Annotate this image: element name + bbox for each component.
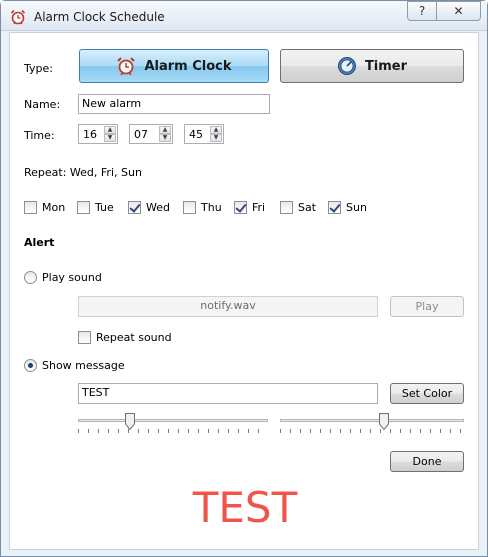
sun-label: Sun	[346, 200, 367, 214]
repeat-day-tue[interactable]: Tue	[77, 200, 114, 214]
seconds-spinbox[interactable]: 45 ▲ ▼	[184, 124, 224, 144]
hours-spinbox[interactable]: 16 ▲ ▼	[78, 124, 118, 144]
seconds-up-arrow-icon[interactable]: ▲	[210, 126, 222, 134]
minutes-up-arrow-icon[interactable]: ▲	[159, 126, 171, 134]
window-title: Alarm Clock Schedule	[34, 10, 165, 24]
slider-2-thumb-icon[interactable]	[379, 413, 389, 430]
repeat-day-wed[interactable]: Wed	[128, 200, 170, 214]
hours-down-arrow-icon[interactable]: ▼	[104, 134, 116, 142]
mon-checkbox[interactable]	[24, 200, 37, 214]
dialog-content: Type: Alarm Clock Timer Name: New alarm …	[9, 32, 479, 550]
sat-checkbox[interactable]	[280, 200, 293, 214]
show-message-radio-circle[interactable]	[24, 358, 37, 372]
minutes-value: 07	[134, 128, 148, 141]
thu-checkbox[interactable]	[183, 200, 196, 214]
repeat-day-sat[interactable]: Sat	[280, 200, 316, 214]
slider-2-ticks	[280, 429, 464, 433]
alarm-clock-type-button[interactable]: Alarm Clock	[79, 49, 269, 83]
play-button[interactable]: Play	[390, 296, 464, 317]
timer-type-label: Timer	[364, 58, 408, 74]
help-button[interactable]: ?	[407, 1, 437, 21]
repeat-sound-checkbox[interactable]: Repeat sound	[78, 330, 172, 344]
thu-label: Thu	[201, 200, 222, 214]
repeat-day-fri[interactable]: Fri	[234, 200, 265, 214]
repeat-sound-box[interactable]	[78, 330, 91, 344]
alarm-clock-schedule-window: Alarm Clock Schedule ? ✕ Type: Alarm Clo…	[0, 0, 488, 557]
fri-label: Fri	[252, 200, 266, 214]
slider-2-track	[280, 419, 464, 422]
alert-heading: Alert	[24, 236, 55, 249]
fri-checkbox[interactable]	[234, 200, 247, 214]
message-input[interactable]: TEST	[78, 383, 378, 404]
play-sound-radio-circle[interactable]	[24, 270, 37, 284]
timer-type-button[interactable]: Timer	[280, 49, 464, 83]
tue-label: Tue	[95, 200, 114, 214]
hours-up-arrow-icon[interactable]: ▲	[104, 126, 116, 134]
repeat-sound-label: Repeat sound	[96, 330, 172, 344]
play-sound-label: Play sound	[42, 270, 102, 284]
seconds-down-arrow-icon[interactable]: ▼	[210, 134, 222, 142]
minutes-spinbox[interactable]: 07 ▲ ▼	[129, 124, 173, 144]
wed-label: Wed	[146, 200, 170, 214]
type-label: Type:	[24, 62, 53, 75]
tue-checkbox[interactable]	[77, 200, 90, 214]
minutes-down-arrow-icon[interactable]: ▼	[159, 134, 171, 142]
wed-checkbox[interactable]	[128, 200, 141, 214]
seconds-value: 45	[189, 128, 203, 141]
message-slider-2[interactable]	[280, 413, 464, 437]
repeat-day-mon[interactable]: Mon	[24, 200, 65, 214]
done-button[interactable]: Done	[390, 451, 464, 472]
alarm-clock-type-label: Alarm Clock	[144, 58, 232, 74]
message-preview: TEST	[192, 483, 298, 532]
name-input[interactable]: New alarm	[78, 94, 270, 114]
sun-checkbox[interactable]	[328, 200, 341, 214]
repeat-day-sun[interactable]: Sun	[328, 200, 367, 214]
alarm-clock-icon	[117, 57, 136, 76]
slider-1-thumb-icon[interactable]	[125, 413, 135, 430]
set-color-button[interactable]: Set Color	[390, 383, 464, 404]
repeat-day-thu[interactable]: Thu	[183, 200, 222, 214]
slider-1-ticks	[78, 429, 268, 433]
slider-1-track	[78, 419, 268, 422]
mon-label: Mon	[42, 200, 66, 214]
alarm-clock-icon	[10, 9, 26, 25]
sat-label: Sat	[298, 200, 317, 214]
name-label: Name:	[24, 98, 61, 111]
close-icon: ✕	[453, 4, 464, 18]
message-slider-1[interactable]	[78, 413, 268, 437]
stopwatch-icon	[337, 57, 356, 75]
title-bar[interactable]: Alarm Clock Schedule ? ✕	[1, 1, 487, 31]
sound-file-field[interactable]: notify.wav	[78, 296, 378, 317]
show-message-radio[interactable]: Show message	[24, 358, 125, 372]
play-sound-radio[interactable]: Play sound	[24, 270, 102, 284]
show-message-label: Show message	[42, 358, 125, 372]
repeat-summary: Repeat: Wed, Fri, Sun	[24, 166, 142, 179]
hours-value: 16	[83, 128, 97, 141]
close-button[interactable]: ✕	[437, 1, 481, 21]
time-label: Time:	[24, 129, 55, 142]
